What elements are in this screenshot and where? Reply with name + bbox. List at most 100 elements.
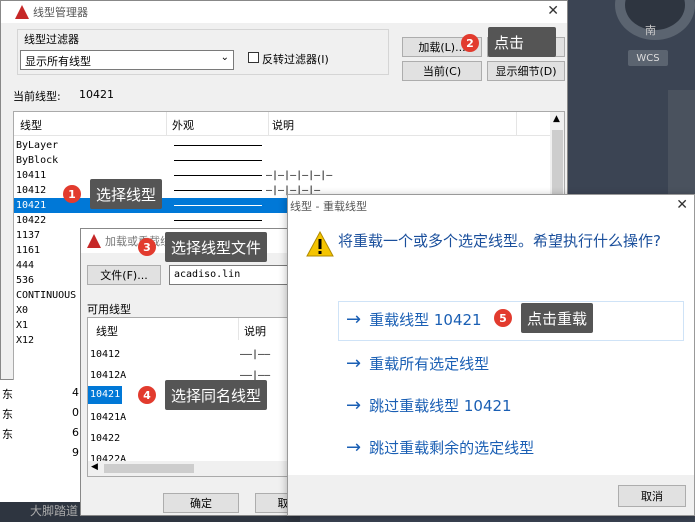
current-linetype-label: 当前线型: [13, 90, 61, 103]
col-linetype-header[interactable]: 线型 [96, 323, 118, 339]
linetype-sample [174, 205, 262, 206]
step-badge-1: 1 [63, 185, 81, 203]
list-item[interactable]: 10412 ——|—— [88, 344, 308, 365]
option-reload-one-link[interactable]: → 重载线型 10421 [346, 309, 482, 330]
row-name: 10412 [16, 185, 47, 196]
side-cell: 东 [2, 408, 13, 421]
watermark: 大脚踏道 [30, 504, 79, 518]
row-name: ByLayer [16, 140, 59, 151]
col-linetype-header[interactable]: 线型 [20, 117, 42, 133]
row-name: 1161 [16, 245, 41, 256]
callout-4: 选择同名线型 [165, 380, 268, 410]
invert-filter-checkbox[interactable] [248, 52, 259, 63]
navbar-strip[interactable] [668, 90, 695, 200]
file-button[interactable]: 文件(F)... [87, 265, 161, 285]
table-row[interactable]: ByBlock [14, 153, 550, 168]
option-skip-one-link[interactable]: → 跳过重载线型 10421 [346, 395, 512, 416]
row-name: X0 [16, 305, 29, 316]
list-item[interactable]: 10422 [88, 428, 308, 449]
close-icon[interactable]: ✕ [676, 197, 688, 213]
filter-label: 线型过滤器 [22, 31, 81, 47]
callout-1: 选择线型 [90, 179, 163, 209]
list-header: 线型 外观 说明 [14, 112, 550, 136]
autocad-logo-icon [15, 5, 29, 19]
row-name: 10421A [90, 412, 127, 423]
step-badge-4: 4 [138, 386, 156, 404]
col-divider [166, 112, 167, 136]
row-name: 444 [16, 260, 35, 271]
option-reload-all-link[interactable]: → 重载所有选定线型 [346, 353, 489, 374]
invert-filter-label: 反转过滤器(I) [262, 53, 329, 66]
option-label: 跳过重载剩余的选定线型 [369, 439, 535, 457]
chevron-down-icon: ⌄ [220, 52, 229, 63]
filter-value: 显示所有线型 [25, 55, 91, 68]
row-name: CONTINUOUS [16, 290, 77, 301]
callout-2: 点击 [488, 27, 556, 57]
reload-titlebar[interactable]: 线型 - 重载线型 ✕ [288, 195, 694, 217]
arrow-right-icon: → [346, 309, 362, 330]
row-name: ByBlock [16, 155, 59, 166]
row-name: 10411 [16, 170, 47, 181]
side-cell: 东 [2, 428, 13, 441]
callout-3: 选择线型文件 [165, 232, 268, 262]
list-item-selected[interactable]: 10421 [88, 386, 122, 404]
close-icon[interactable]: ✕ [547, 3, 559, 19]
current-linetype-value: 10421 [79, 88, 114, 101]
option-label: 重载所有选定线型 [369, 355, 490, 373]
mgr-titlebar[interactable]: 线型管理器 ✕ [1, 1, 567, 23]
row-name: X1 [16, 320, 29, 331]
row-name: 10422 [16, 215, 47, 226]
step-badge-5: 5 [494, 309, 512, 327]
available-label: 可用线型 [87, 303, 131, 316]
reload-linetype-dialog: 线型 - 重载线型 ✕ 将重载一个或多个选定线型。希望执行什么操作? → 重载线型… [287, 194, 695, 516]
linetype-sample [174, 175, 262, 176]
scroll-thumb[interactable] [104, 464, 194, 473]
file-value: acadiso.lin [174, 269, 241, 280]
horizontal-scrollbar[interactable]: ◀ [88, 461, 308, 476]
current-button[interactable]: 当前(C) [402, 61, 482, 81]
cancel-button[interactable]: 取消 [618, 485, 686, 507]
scroll-up-icon[interactable]: ▲ [553, 114, 560, 124]
col-divider [516, 112, 517, 136]
cad-viewport[interactable]: 南 WCS [565, 0, 695, 200]
col-description-header[interactable]: 说明 [244, 323, 266, 339]
row-name: 10421 [90, 389, 121, 400]
option-label: 重载线型 10421 [369, 311, 482, 329]
col-description-header[interactable]: 说明 [272, 117, 294, 133]
col-appearance-header[interactable]: 外观 [172, 117, 194, 133]
linetype-sample [174, 160, 262, 161]
option-label: 跳过重载线型 10421 [369, 397, 512, 415]
mgr-title: 线型管理器 [33, 6, 88, 19]
side-panel: 东 东 东 4 0 6 9 [0, 380, 90, 502]
list-item[interactable]: 10421A [88, 407, 308, 428]
linetype-sample [174, 145, 262, 146]
autocad-logo-icon [87, 234, 101, 248]
row-desc: —|—|—|—|—|— [266, 170, 333, 181]
side-cell: 6 [72, 426, 79, 439]
side-cell: 9 [72, 446, 79, 459]
scroll-left-icon[interactable]: ◀ [91, 462, 98, 472]
row-name: 10412A [90, 370, 127, 381]
reload-title: 线型 - 重载线型 [290, 200, 367, 213]
col-divider [238, 318, 239, 340]
show-details-button[interactable]: 显示细节(D) [487, 61, 565, 81]
compass-label: 南 [645, 24, 656, 37]
ok-button[interactable]: 确定 [163, 493, 239, 513]
reload-question: 将重载一个或多个选定线型。希望执行什么操作? [338, 232, 661, 250]
row-name: X12 [16, 335, 35, 346]
row-name: 10421 [16, 200, 47, 211]
row-name: 10422 [90, 433, 121, 444]
arrow-right-icon: → [346, 395, 362, 416]
col-divider [268, 112, 269, 136]
arrow-right-icon: → [346, 437, 362, 458]
row-name: 536 [16, 275, 35, 286]
table-row[interactable]: ByLayer [14, 138, 550, 153]
linetype-sample [174, 220, 262, 221]
wcs-badge[interactable]: WCS [628, 50, 668, 66]
row-name: 1137 [16, 230, 41, 241]
warning-icon [306, 230, 334, 257]
option-skip-rest-link[interactable]: → 跳过重载剩余的选定线型 [346, 437, 534, 458]
row-desc: ——|—— [240, 349, 271, 360]
callout-5: 点击重载 [521, 303, 594, 333]
filter-dropdown[interactable]: 显示所有线型 ⌄ [20, 50, 234, 70]
